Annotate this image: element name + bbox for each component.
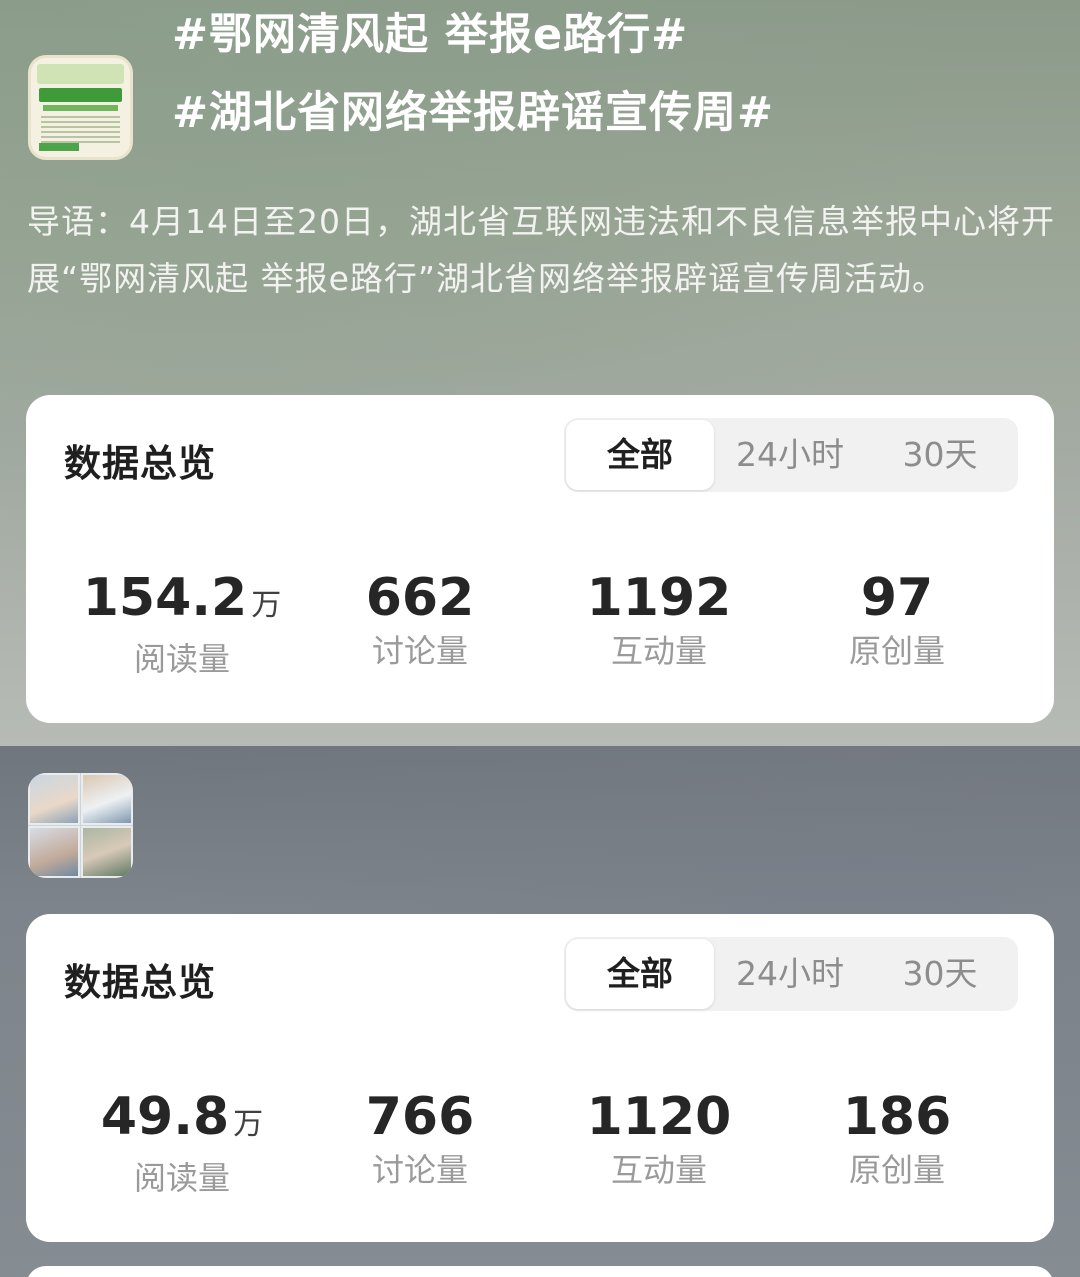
stat-label: 互动量 [610,1151,707,1189]
event-photo [81,773,133,825]
time-range-segmented-control: 全部 24小时 30天 [564,418,1018,492]
topic-title[interactable]: #鄂网清风起 举报e路行# [172,0,688,62]
poster-title-graphic [39,88,122,102]
stat-value: 1120 [586,1087,732,1147]
stat-value: 1192 [586,568,732,628]
topic-section-1: #湖北省网络举报辟谣宣传周# 导语：4月14日至20日，湖北省互联网违法和不良信… [0,0,1080,746]
tab-30d[interactable]: 30天 [864,937,1016,1011]
stat-label: 互动量 [610,632,707,670]
stat-unit: 万 [251,588,282,623]
event-photo [28,826,80,878]
tab-24h[interactable]: 24小时 [716,418,864,492]
stat-value: 766 [365,1087,475,1147]
stat-reads: 154.2 万 阅读量 [62,567,302,681]
stat-unit: 万 [233,1107,264,1142]
event-photos-thumbnail[interactable] [28,773,133,878]
campaign-poster-thumbnail[interactable] [28,55,133,160]
stat-originals: 97 原创量 [777,567,1017,673]
stat-label: 阅读量 [133,640,230,678]
poster-text-graphic [41,116,120,146]
stat-value: 662 [365,568,475,628]
stat-discussions: 766 讨论量 [300,1086,540,1192]
stat-label: 阅读量 [133,1159,230,1197]
topic-intro: 导语：4月14日至20日，湖北省互联网违法和不良信息举报中心将开展“鄂网清风起 … [27,202,1055,298]
stat-interactions: 1120 互动量 [539,1086,779,1192]
tab-all[interactable]: 全部 [566,939,714,1009]
stat-label: 讨论量 [371,632,468,670]
stat-discussions: 662 讨论量 [300,567,540,673]
stat-reads: 49.8 万 阅读量 [62,1086,302,1200]
tab-all[interactable]: 全部 [566,420,714,490]
stat-label: 讨论量 [371,1151,468,1189]
poster-footer-graphic [39,143,79,151]
stat-originals: 186 原创量 [777,1086,1017,1192]
poster-subtitle-graphic [43,105,118,111]
card-title: 数据总览 [64,961,216,1004]
stat-value: 186 [842,1087,952,1147]
event-photo [28,773,80,825]
tab-24h[interactable]: 24小时 [716,937,864,1011]
poster-header-graphic [37,64,124,84]
stat-interactions: 1192 互动量 [539,567,779,673]
stat-label: 原创量 [848,632,945,670]
topic-title[interactable]: #湖北省网络举报辟谣宣传周# [172,78,774,140]
stat-value: 154.2 万 [82,568,282,628]
stat-label: 原创量 [848,1151,945,1189]
stat-value: 97 [860,568,934,628]
next-card-peek [26,1266,1054,1277]
card-title: 数据总览 [64,442,216,485]
tab-30d[interactable]: 30天 [864,418,1016,492]
stat-value: 49.8 万 [100,1087,264,1147]
data-overview-card: 数据总览 全部 24小时 30天 49.8 万 阅读量 766 讨论量 1120 … [26,914,1054,1242]
time-range-segmented-control: 全部 24小时 30天 [564,937,1018,1011]
data-overview-card: 数据总览 全部 24小时 30天 154.2 万 阅读量 662 讨论量 1192… [26,395,1054,723]
event-photo [81,826,133,878]
